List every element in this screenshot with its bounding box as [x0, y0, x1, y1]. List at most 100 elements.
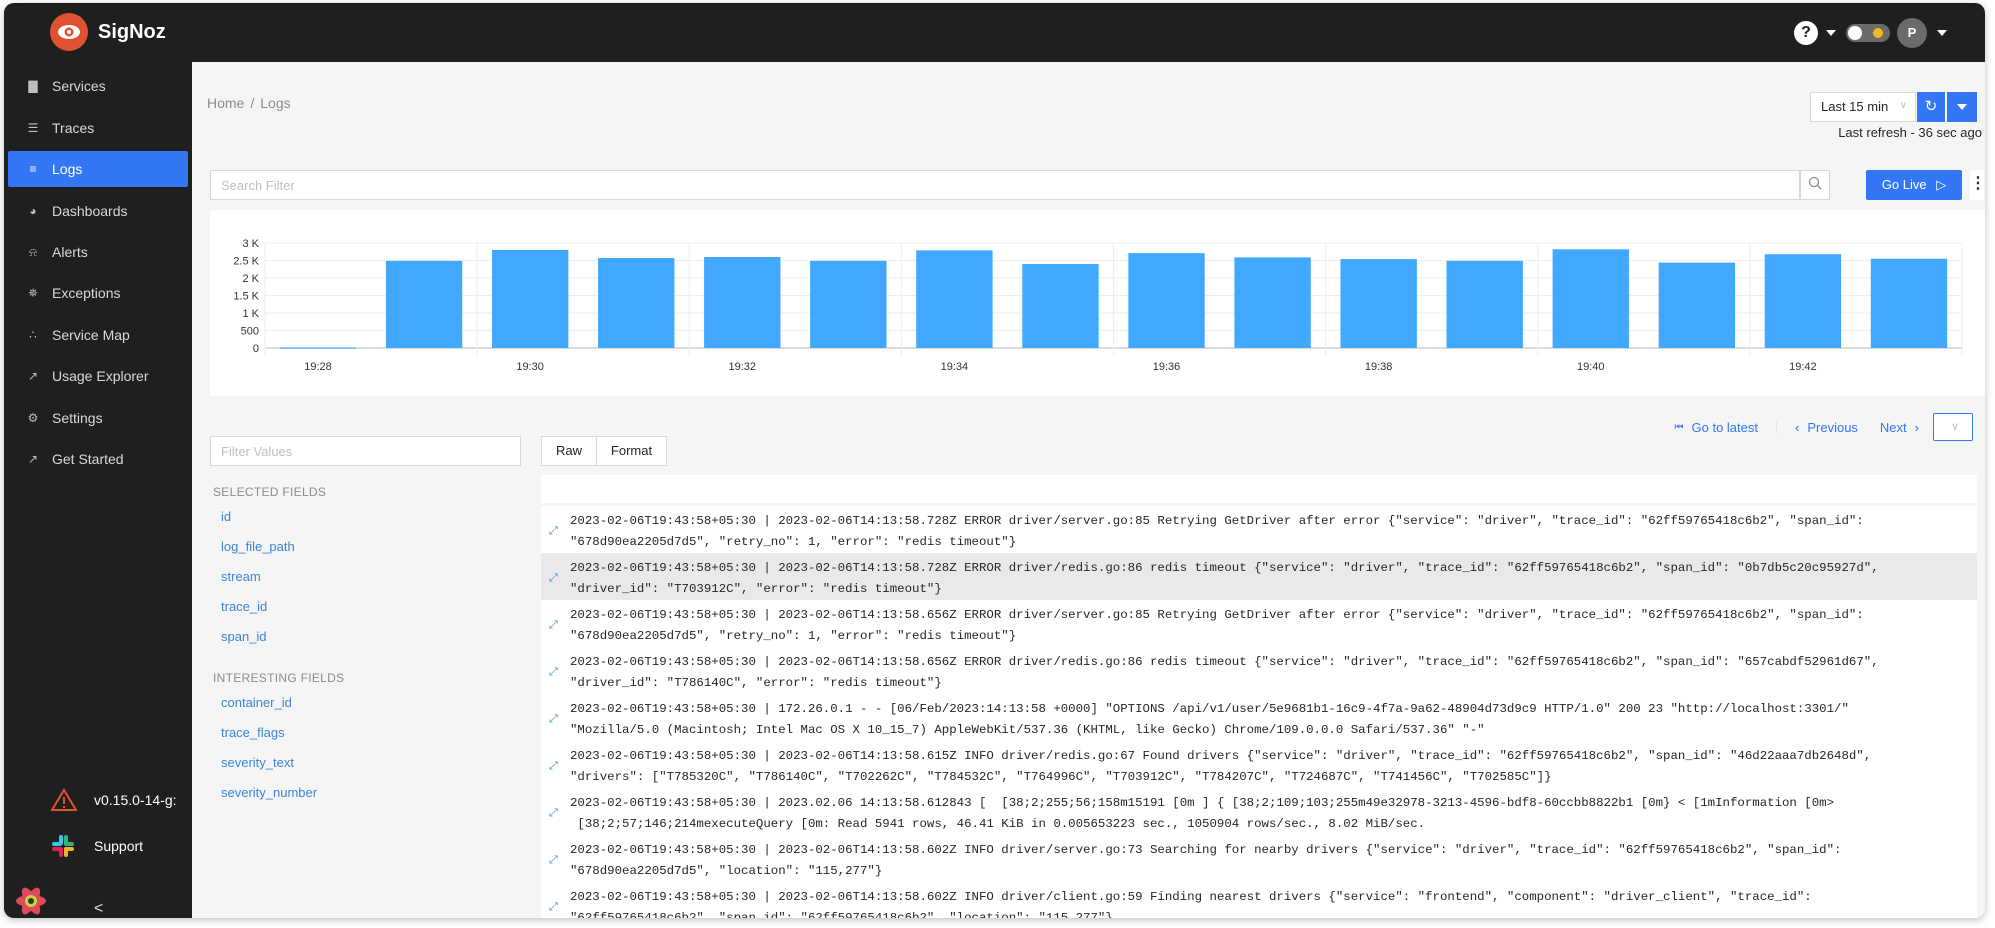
- expand-icon[interactable]: ⤢: [549, 614, 558, 635]
- support-item[interactable]: Support: [50, 833, 143, 859]
- chart-bar[interactable]: [1128, 253, 1205, 348]
- sidebar-item-get-started[interactable]: ↗ Get Started: [8, 441, 188, 477]
- selected-field[interactable]: span_id: [221, 629, 267, 644]
- pagination: ⏮ Go to latest ‹ Previous Next ›: [1675, 413, 1973, 441]
- play-circle-icon: ▷: [1936, 177, 1947, 192]
- selected-field[interactable]: id: [221, 509, 231, 524]
- chart-bar[interactable]: [1870, 258, 1948, 348]
- log-line-1: 2023-02-06T19:43:58+05:30 | 2023-02-06T1…: [570, 890, 1812, 904]
- format-view-button[interactable]: Format: [596, 436, 667, 466]
- log-row[interactable]: ⤢ 2023-02-06T19:43:58+05:30 | 2023-02-06T…: [541, 553, 1977, 600]
- chart-bar[interactable]: [810, 260, 887, 348]
- log-row[interactable]: ⤢ 2023-02-06T19:43:58+05:30 | 2023-02-06T…: [541, 506, 1977, 553]
- log-row[interactable]: ⤢ 2023-02-06T19:43:58+05:30 | 2023-02-06T…: [541, 835, 1977, 882]
- chart-bar[interactable]: [704, 257, 781, 348]
- chart-bar[interactable]: [916, 250, 993, 348]
- y-tick-label: 2.5 K: [233, 256, 259, 268]
- collapse-sidebar-button[interactable]: <: [94, 900, 103, 918]
- sidebar-item-label: Services: [52, 78, 106, 94]
- interesting-field[interactable]: trace_flags: [221, 725, 285, 740]
- search-filter-input[interactable]: Search Filter: [210, 170, 1800, 200]
- previous-button[interactable]: Previous: [1807, 420, 1858, 435]
- interesting-field[interactable]: severity_text: [221, 755, 294, 770]
- log-row[interactable]: ⤢ 2023-02-06T19:43:58+05:30 | 2023-02-06T…: [541, 600, 1977, 647]
- logs-histogram-chart: 0 500 1 K 1.5 K 2 K 2.5 K 3 K 19:28 19:30 19:32 19…: [210, 210, 1985, 396]
- expand-icon[interactable]: ⤢: [549, 567, 558, 588]
- interesting-field[interactable]: severity_number: [221, 785, 317, 800]
- filter-values-input[interactable]: Filter Values: [210, 436, 521, 466]
- chart-bar[interactable]: [1340, 259, 1417, 348]
- x-tick-label: 19:40: [1577, 361, 1605, 373]
- log-row[interactable]: ⤢ 2023-02-06T19:43:58+05:30 | 172.26.0.1 …: [541, 694, 1977, 741]
- refresh-button[interactable]: ↻: [1917, 92, 1945, 122]
- breadcrumb-home[interactable]: Home: [207, 95, 244, 111]
- selected-field[interactable]: trace_id: [221, 599, 267, 614]
- sidebar-item-service-map[interactable]: ∴ Service Map: [8, 317, 188, 353]
- log-row[interactable]: ⤢ 2023-02-06T19:43:58+05:30 | 2023-02-06T…: [541, 647, 1977, 694]
- raw-view-button[interactable]: Raw: [541, 436, 597, 466]
- more-options-icon[interactable]: ⋮: [1970, 170, 1985, 200]
- selected-field[interactable]: log_file_path: [221, 539, 295, 554]
- user-avatar[interactable]: P: [1897, 18, 1927, 48]
- main-content: Home / Logs Last 15 min ∨ ↻ Last refresh -…: [192, 62, 1985, 918]
- search-icon: [1808, 176, 1822, 190]
- expand-icon[interactable]: ⤢: [549, 896, 558, 917]
- signoz-logo[interactable]: SigNoz: [50, 13, 166, 51]
- time-range-select[interactable]: Last 15 min ∨: [1810, 92, 1916, 122]
- chart-bar[interactable]: [1446, 260, 1523, 348]
- user-menu-caret-icon[interactable]: [1937, 30, 1947, 36]
- expand-icon[interactable]: ⤢: [549, 802, 558, 823]
- log-line-2: "Mozilla/5.0 (Macintosh; Intel Mac OS X …: [570, 723, 1485, 737]
- sidebar-item-alerts[interactable]: ⍾ Alerts: [8, 234, 188, 270]
- help-icon[interactable]: ?: [1794, 21, 1818, 45]
- refresh-interval-dropdown[interactable]: [1947, 92, 1977, 122]
- sidebar-item-services[interactable]: ▇ Services: [8, 68, 188, 104]
- sidebar-item-traces[interactable]: ☰ Traces: [8, 110, 188, 146]
- sidebar-item-logs[interactable]: ≡ Logs: [8, 151, 188, 187]
- expand-icon[interactable]: ⤢: [549, 661, 558, 682]
- bug-icon: ✵: [27, 286, 39, 300]
- chart-bar[interactable]: [1764, 254, 1842, 348]
- chart-bar[interactable]: [1658, 262, 1736, 348]
- theme-toggle[interactable]: [1846, 24, 1890, 42]
- chart-bar[interactable]: [385, 260, 463, 348]
- log-line-2: [38;2;57;146;214mexecuteQuery [0m: Read …: [570, 817, 1426, 831]
- expand-icon[interactable]: ⤢: [549, 708, 558, 729]
- sidebar-item-label: Traces: [52, 120, 95, 136]
- log-line-2: "678d90ea2205d7d5", "retry_no": 1, "erro…: [570, 629, 1017, 643]
- sidebar-item-label: Settings: [52, 410, 103, 426]
- chart-bar[interactable]: [1552, 249, 1629, 348]
- log-row[interactable]: ⤢ 2023-02-06T19:43:58+05:30 | 2023-02-06T…: [541, 741, 1977, 788]
- sidebar-item-settings[interactable]: ⚙ Settings: [8, 400, 188, 436]
- menu-icon: ☰: [27, 121, 39, 135]
- sidebar-item-usage-explorer[interactable]: ↗ Usage Explorer: [8, 358, 188, 394]
- y-tick-label: 500: [241, 326, 259, 338]
- log-row[interactable]: ⤢ 2023-02-06T19:43:58+05:30 | 2023.02.06 …: [541, 788, 1977, 835]
- chart-bar[interactable]: [1022, 264, 1099, 348]
- log-line-1: 2023-02-06T19:43:58+05:30 | 172.26.0.1 -…: [570, 702, 1849, 716]
- go-to-latest-icon[interactable]: ⏮: [1675, 422, 1684, 433]
- chevron-right-icon[interactable]: ›: [1915, 420, 1919, 435]
- expand-icon[interactable]: ⤢: [549, 520, 558, 541]
- page-size-select[interactable]: [1933, 413, 1973, 441]
- help-caret-icon[interactable]: [1826, 30, 1836, 36]
- version-item[interactable]: v0.15.0-14-g:: [50, 788, 177, 812]
- next-button[interactable]: Next: [1880, 420, 1907, 435]
- go-live-button[interactable]: Go Live ▷: [1866, 170, 1962, 200]
- gear-icon: ⚙: [27, 411, 39, 425]
- sidebar-item-dashboards[interactable]: ◕ Dashboards: [8, 193, 188, 229]
- chart-bar[interactable]: [598, 258, 675, 348]
- chart-bar[interactable]: [1234, 257, 1311, 348]
- react-devtools-icon[interactable]: [14, 884, 48, 918]
- chevron-left-icon[interactable]: ‹: [1795, 420, 1799, 435]
- interesting-field[interactable]: container_id: [221, 695, 292, 710]
- log-row[interactable]: ⤢ 2023-02-06T19:43:58+05:30 | 2023-02-06T…: [541, 882, 1977, 918]
- chart-bar[interactable]: [279, 347, 357, 349]
- selected-field[interactable]: stream: [221, 569, 261, 584]
- chart-bar[interactable]: [491, 250, 569, 348]
- expand-icon[interactable]: ⤢: [549, 755, 558, 776]
- sidebar-item-exceptions[interactable]: ✵ Exceptions: [8, 275, 188, 311]
- expand-icon[interactable]: ⤢: [549, 849, 558, 870]
- search-button[interactable]: [1800, 170, 1830, 200]
- go-to-latest-button[interactable]: Go to latest: [1692, 420, 1758, 435]
